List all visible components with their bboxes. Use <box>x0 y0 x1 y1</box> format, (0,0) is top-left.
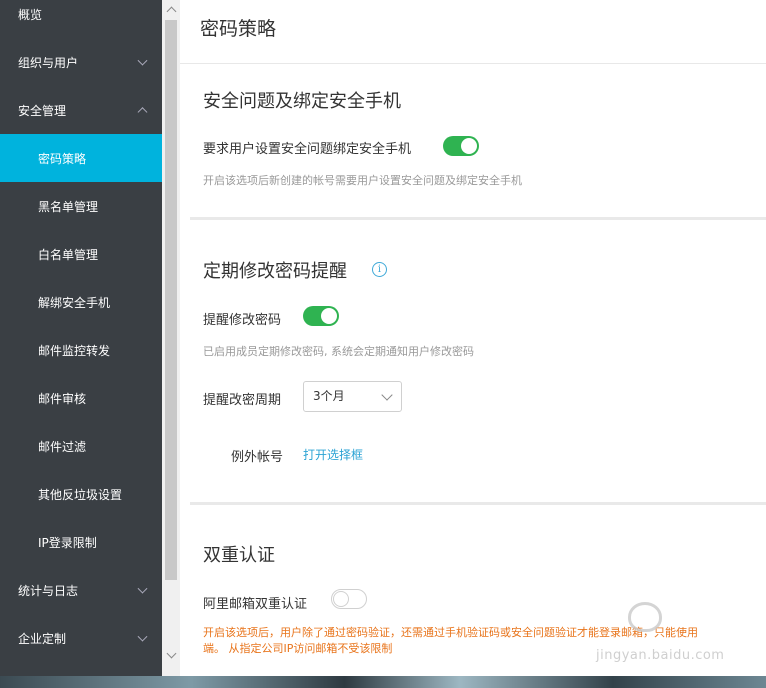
baidu-paw-logo <box>628 602 662 632</box>
sidebar-scrollbar[interactable] <box>162 0 180 676</box>
sidebar-item[interactable]: 邮件过滤 <box>0 422 162 470</box>
sidebar-item-label: 密码策略 <box>38 151 87 166</box>
toggle-knob <box>461 138 477 154</box>
watermark: jingyan.baidu.com <box>588 600 758 668</box>
section-title-security-question: 安全问题及绑定安全手机 <box>203 91 401 112</box>
toggle-knob <box>333 591 349 607</box>
password-reminder-toggle[interactable] <box>303 306 339 326</box>
section-title-password-reminder: 定期修改密码提醒 <box>203 261 347 282</box>
security-question-toggle[interactable] <box>443 136 479 156</box>
chevron-down-icon <box>137 55 148 66</box>
info-icon[interactable]: i <box>372 262 387 277</box>
reminder-period-label: 提醒改密周期 <box>203 393 282 408</box>
sidebar-item[interactable]: 邮件监控转发 <box>0 326 162 374</box>
sidebar-item-label: 统计与日志 <box>18 583 79 598</box>
sidebar: 概览组织与用户安全管理密码策略黑名单管理白名单管理解绑安全手机 邮件监控转发 邮件审… <box>0 0 162 676</box>
watermark-text: jingyan.baidu.com <box>596 648 725 663</box>
toggle-knob <box>321 308 337 324</box>
sidebar-item-label: 安全管理 <box>18 103 67 118</box>
section-divider <box>190 217 766 220</box>
scroll-thumb[interactable] <box>165 20 177 580</box>
sidebar-item[interactable]: 白名单管理 <box>0 230 162 278</box>
open-selector-link[interactable]: 打开选择框 <box>303 446 363 463</box>
sidebar-item[interactable]: 组织与用户 <box>0 38 162 86</box>
reminder-period-value: 3个月 <box>313 389 345 403</box>
reminder-period-select[interactable]: 3个月 <box>303 381 402 412</box>
sidebar-item-label: 其他反垃圾设置 <box>38 487 123 502</box>
sidebar-item-label: 邮件过滤 <box>38 439 87 454</box>
sidebar-item-label: IP登录限制 <box>38 535 97 550</box>
scroll-up-icon[interactable] <box>166 6 177 17</box>
sidebar-item-label: 黑名单管理 <box>38 199 99 214</box>
background-strip <box>0 676 766 688</box>
security-question-toggle-label: 要求用户设置安全问题绑定安全手机 <box>203 142 412 157</box>
sidebar-item[interactable]: 解绑安全手机 <box>0 278 162 326</box>
sidebar-item[interactable]: 黑名单管理 <box>0 182 162 230</box>
sidebar-item-label: 企业定制 <box>18 631 67 646</box>
exception-accounts-label: 例外帐号 <box>231 450 284 465</box>
sidebar-item-label: 白名单管理 <box>38 247 99 262</box>
sidebar-item[interactable]: 企业定制 <box>0 614 162 662</box>
chevron-down-icon <box>381 389 393 401</box>
sidebar-item-label: 概览 <box>18 7 43 22</box>
sidebar-item-label: 邮件审核 <box>38 391 87 406</box>
sidebar-item[interactable]: 统计与日志 <box>0 566 162 614</box>
sidebar-item[interactable]: 安全管理 <box>0 86 162 134</box>
scroll-down-icon[interactable] <box>166 648 177 659</box>
sidebar-item[interactable]: 密码策略 <box>0 134 162 182</box>
sidebar-item[interactable]: 其他反垃圾设置 <box>0 470 162 518</box>
sidebar-item[interactable]: IP登录限制 <box>0 518 162 566</box>
chevron-down-icon <box>137 583 148 594</box>
sidebar-item-label: 邮件监控转发 <box>38 343 111 358</box>
page-header: 密码策略 <box>180 0 766 64</box>
section-divider <box>190 502 766 505</box>
page-title: 密码策略 <box>200 18 277 40</box>
two-factor-toggle[interactable] <box>331 589 367 609</box>
sidebar-item[interactable]: 邮件审核 <box>0 374 162 422</box>
password-reminder-toggle-label: 提醒修改密码 <box>203 313 282 328</box>
section-title-two-factor: 双重认证 <box>203 545 275 566</box>
password-reminder-hint: 已启用成员定期修改密码, 系统会定期通知用户修改密码 <box>203 345 474 358</box>
two-factor-warning-line2: 端。 从指定公司IP访问邮箱不受该限制 <box>203 642 393 655</box>
sidebar-item-label: 组织与用户 <box>18 55 79 70</box>
two-factor-toggle-label: 阿里邮箱双重认证 <box>203 597 308 612</box>
sidebar-item-label: 解绑安全手机 <box>38 295 111 310</box>
chevron-up-icon <box>137 107 148 118</box>
sidebar-item[interactable]: 概览 <box>0 0 162 38</box>
chevron-down-icon <box>137 631 148 642</box>
security-question-hint: 开启该选项后新创建的帐号需要用户设置安全问题及绑定安全手机 <box>203 174 522 187</box>
